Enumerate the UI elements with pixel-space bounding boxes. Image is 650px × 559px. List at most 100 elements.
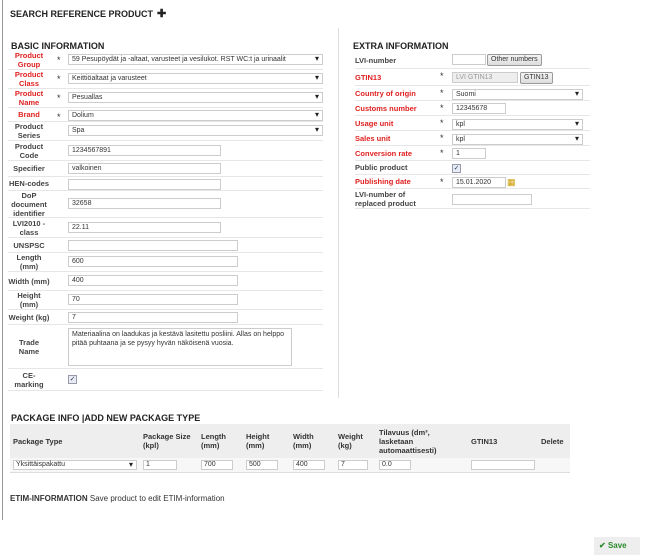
package-info-heading[interactable]: PACKAGE INFO |ADD NEW PACKAGE TYPE bbox=[11, 413, 200, 423]
lvi_number-label: LVI-number bbox=[355, 55, 397, 65]
replaced-lvi-input[interactable] bbox=[452, 194, 532, 205]
left-border bbox=[2, 0, 3, 520]
required-icon: * bbox=[440, 71, 444, 81]
product_code-input[interactable]: 1234567891 bbox=[68, 144, 221, 156]
table-row: Yksittäispakattu 1 700 500 400 7 0.0 bbox=[10, 458, 570, 473]
required-icon: * bbox=[57, 112, 61, 122]
lvi2010-label: LVI2010 -class bbox=[12, 218, 46, 237]
column-header: Length (mm) bbox=[198, 424, 243, 458]
required-icon: * bbox=[57, 93, 61, 103]
delete-cell[interactable] bbox=[538, 458, 570, 473]
dop-label: DoP document identifier bbox=[11, 190, 47, 218]
check-icon: ✔ bbox=[599, 541, 606, 550]
product_name-label: Product Name bbox=[14, 89, 44, 107]
height-input[interactable]: 70 bbox=[68, 294, 238, 305]
etim-information: ETIM-INFORMATION Save product to edit ET… bbox=[10, 494, 225, 503]
usage_unit-label: Usage unit bbox=[355, 118, 394, 128]
product_series-label: Product Series bbox=[14, 122, 44, 140]
package-type-select[interactable]: Yksittäispakattu bbox=[13, 460, 137, 471]
search-reference-product[interactable]: SEARCH REFERENCE PRODUCT ✚ bbox=[10, 7, 166, 20]
usage-unit-select[interactable]: kpl bbox=[452, 119, 583, 130]
ce_marking-checkbox[interactable]: ✓ bbox=[68, 375, 77, 384]
required-icon: * bbox=[440, 177, 444, 187]
column-header: GTIN13 bbox=[468, 424, 538, 458]
brand-select[interactable]: Dolium bbox=[68, 110, 323, 121]
package-table: Package Type Package Size (kpl) Length (mm… bbox=[10, 424, 570, 473]
product_group-label: Product Group bbox=[14, 51, 44, 69]
ce_marking-label: CE-marking bbox=[14, 370, 44, 389]
column-header: Width (mm) bbox=[290, 424, 335, 458]
product_class-select[interactable]: Keittiöaltaat ja varusteet bbox=[68, 73, 323, 84]
customs-label: Customs number bbox=[355, 103, 417, 113]
column-header: Delete bbox=[538, 424, 570, 458]
sales-unit-select[interactable]: kpl bbox=[452, 134, 583, 145]
width-input[interactable]: 400 bbox=[68, 275, 238, 286]
column-divider bbox=[338, 28, 339, 398]
save-label: Save bbox=[607, 541, 627, 550]
calendar-icon[interactable]: ▦ bbox=[507, 177, 516, 188]
length-input[interactable]: 700 bbox=[201, 460, 233, 471]
hen_codes-label: HEN-codes bbox=[8, 179, 49, 188]
column-header: Package Size (kpl) bbox=[140, 424, 198, 458]
replaced-label: LVI-number of replaced product bbox=[355, 189, 416, 208]
specifier-label: Specifier bbox=[13, 164, 45, 173]
weight-label: Weight (kg) bbox=[8, 312, 50, 322]
hen_codes-input[interactable] bbox=[68, 179, 221, 190]
lvi-number-input[interactable] bbox=[452, 54, 486, 65]
required-icon: * bbox=[440, 148, 444, 158]
length-label: Length (mm) bbox=[16, 253, 42, 271]
gtin13-input[interactable]: LVI GTIN13 bbox=[452, 72, 518, 83]
required-icon: * bbox=[57, 74, 61, 84]
weight-input[interactable]: 7 bbox=[68, 312, 238, 323]
other-numbers-button[interactable]: Other numbers bbox=[487, 54, 542, 66]
length-input[interactable]: 600 bbox=[68, 256, 238, 267]
weight-input[interactable]: 7 bbox=[338, 460, 368, 471]
gtin13-label: GTIN13 bbox=[355, 72, 382, 82]
public-label: Public product bbox=[355, 163, 408, 172]
dop-input[interactable]: 32658 bbox=[68, 198, 221, 209]
etim-text: Save product to edit ETIM-information bbox=[89, 494, 225, 503]
unspsc-label: UNSPSC bbox=[13, 240, 45, 250]
publishing-date-input[interactable]: 15.01.2020 bbox=[452, 177, 506, 188]
plus-icon[interactable]: ✚ bbox=[157, 8, 166, 20]
basic-info-heading: BASIC INFORMATION bbox=[11, 41, 105, 51]
column-header: Tilavuus (dm³, lasketaan automaattisesti… bbox=[376, 424, 468, 458]
package-size-input[interactable]: 1 bbox=[143, 460, 177, 471]
required-icon: * bbox=[440, 103, 444, 113]
required-icon: * bbox=[440, 118, 444, 128]
required-icon: * bbox=[440, 133, 444, 143]
specifier-input[interactable]: valkoinen bbox=[68, 163, 221, 174]
lvi2010-input[interactable]: 22.11 bbox=[68, 221, 221, 233]
conversion-input[interactable]: 1 bbox=[452, 148, 486, 159]
width-label: Width (mm) bbox=[8, 276, 50, 286]
product_code-label: Product Code bbox=[14, 141, 44, 160]
country-select[interactable]: Suomi bbox=[452, 89, 583, 100]
product_series-select[interactable]: Spa bbox=[68, 125, 323, 136]
customs-input[interactable]: 12345678 bbox=[452, 103, 506, 114]
product_class-label: Product Class bbox=[14, 70, 44, 88]
conversion-label: Conversion rate bbox=[355, 148, 413, 158]
width-input[interactable]: 400 bbox=[293, 460, 325, 471]
trade_name-textarea[interactable]: Materiaalina on laadukas ja kestävä lasi… bbox=[68, 328, 292, 366]
column-header: Weight (kg) bbox=[335, 424, 376, 458]
country-label: Country of origin bbox=[355, 88, 416, 98]
brand-label: Brand bbox=[18, 110, 40, 119]
required-icon: * bbox=[57, 55, 61, 65]
field-ce_marking: CE-marking bbox=[8, 369, 323, 391]
save-button[interactable]: ✔ Save bbox=[594, 537, 640, 555]
volume-input[interactable]: 0.0 bbox=[379, 460, 411, 471]
product_name-select[interactable]: Pesuallas bbox=[68, 92, 323, 103]
height-input[interactable]: 500 bbox=[246, 460, 278, 471]
unspsc-input[interactable] bbox=[68, 240, 238, 251]
public-product-checkbox[interactable]: ✓ bbox=[452, 164, 461, 173]
trade_name-label: Trade Name bbox=[18, 337, 40, 356]
gtin13-button[interactable]: GTIN13 bbox=[520, 72, 553, 84]
extra-info-heading: EXTRA INFORMATION bbox=[353, 41, 449, 51]
etim-label: ETIM-INFORMATION bbox=[10, 494, 88, 503]
publishing-label: Publishing date bbox=[355, 177, 411, 186]
required-icon: * bbox=[440, 88, 444, 98]
title-text: SEARCH REFERENCE PRODUCT bbox=[10, 9, 154, 19]
column-header: Package Type bbox=[10, 424, 140, 458]
product_group-select[interactable]: 59 Pesupöydät ja -altaat, varusteet ja v… bbox=[68, 54, 323, 65]
gtin13-input[interactable] bbox=[471, 460, 535, 471]
